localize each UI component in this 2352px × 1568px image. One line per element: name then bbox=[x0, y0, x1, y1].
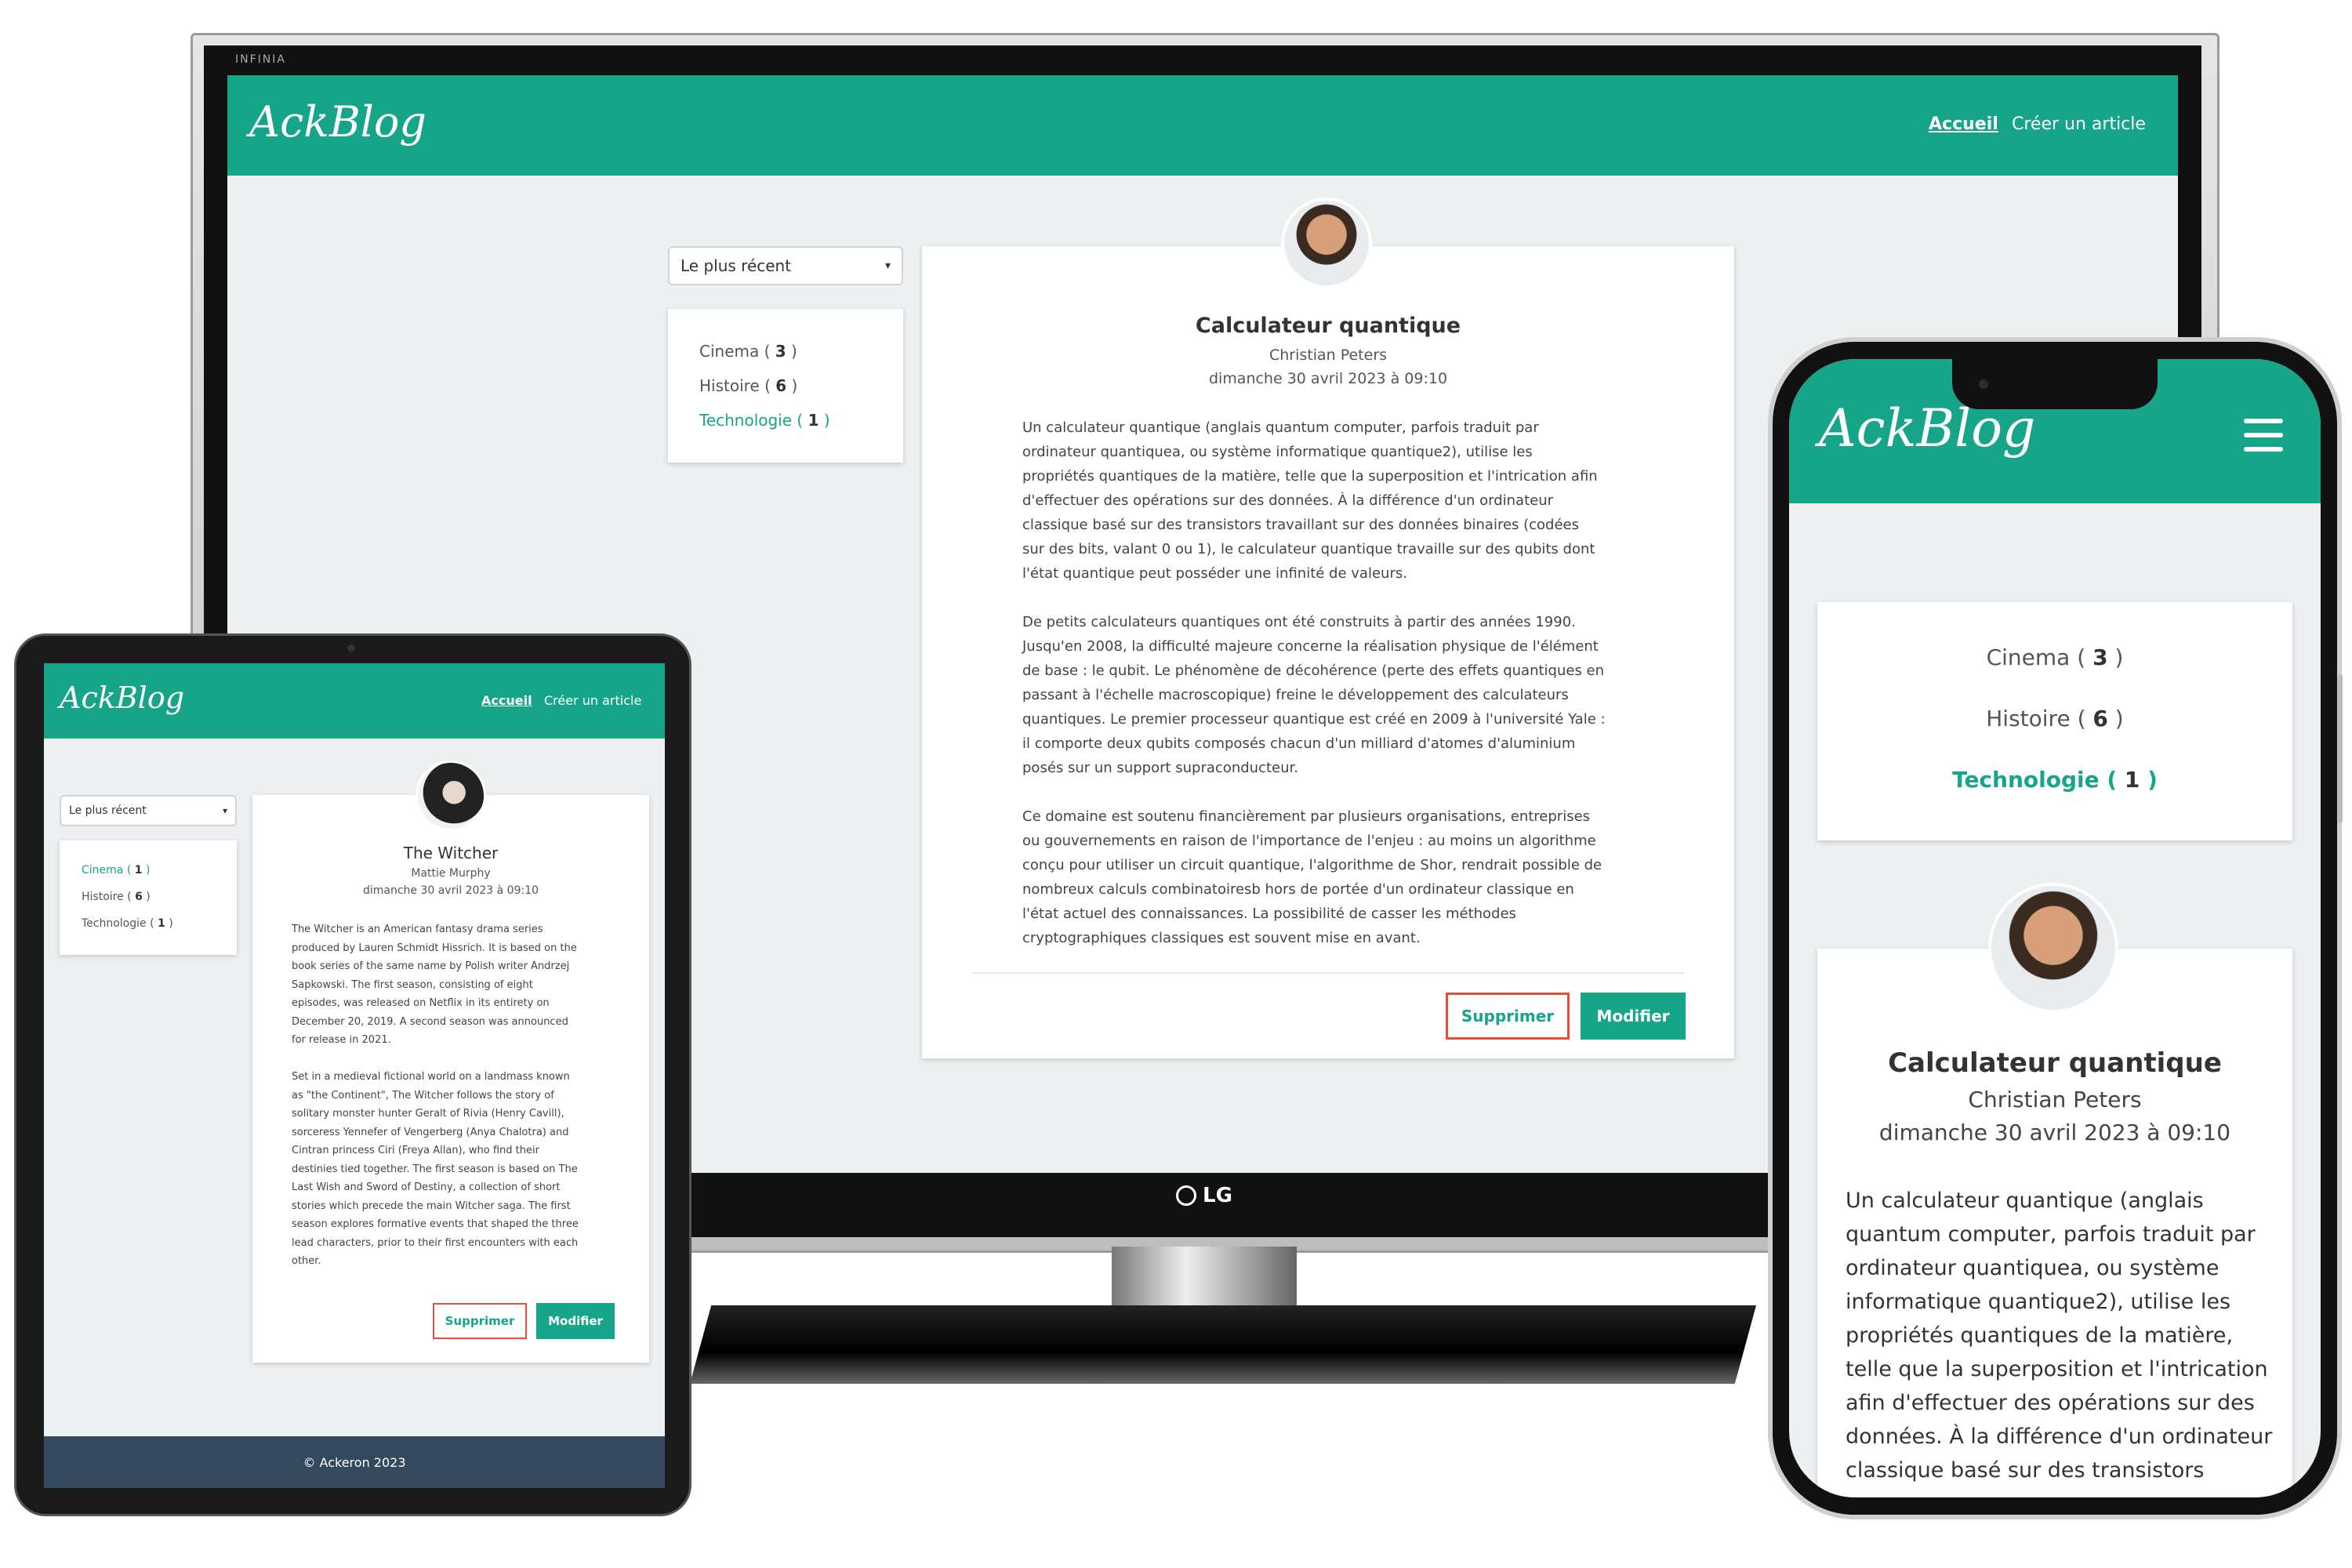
chevron-down-icon: ▾ bbox=[884, 260, 891, 272]
delete-button[interactable]: Supprimer bbox=[433, 1303, 527, 1339]
lg-logo: LG bbox=[1176, 1184, 1232, 1207]
categories-card: Cinema ( 3 ) Histoire ( 6 ) Technologie … bbox=[668, 309, 903, 463]
article-author: Mattie Murphy bbox=[411, 867, 491, 880]
phone-screen: AckBlog Cinema ( 3 ) Histoire ( 6 ) Tech… bbox=[1789, 359, 2321, 1497]
category-item-cinema[interactable]: Cinema ( 3 ) bbox=[699, 342, 797, 361]
nav-link-creer-article[interactable]: Créer un article bbox=[544, 693, 641, 708]
category-item-cinema[interactable]: Cinema ( 3 ) bbox=[1817, 644, 2292, 670]
category-count: 6 bbox=[2092, 706, 2108, 731]
article-divider bbox=[972, 972, 1684, 974]
article-paragraph-1: The Witcher is an American fantasy drama… bbox=[292, 924, 577, 1046]
lg-circle-icon bbox=[1176, 1185, 1196, 1206]
article-title: Calculateur quantique bbox=[1195, 314, 1461, 338]
article-title: The Witcher bbox=[403, 844, 499, 862]
article-date: dimanche 30 avril 2023 à 09:10 bbox=[1878, 1120, 2231, 1145]
category-item-histoire[interactable]: Histoire ( 6 ) bbox=[699, 376, 797, 395]
category-name: Technologie bbox=[82, 917, 147, 930]
front-camera-icon bbox=[1979, 379, 1988, 389]
monitor-stand-base bbox=[690, 1305, 1756, 1384]
category-count: 1 bbox=[134, 864, 143, 877]
avatar-photo-icon bbox=[1281, 198, 1372, 289]
category-item-technologie[interactable]: Technologie ( 1 ) bbox=[1817, 767, 2292, 793]
category-item-technologie[interactable]: Technologie ( 1 ) bbox=[82, 917, 173, 930]
phone-side-button bbox=[2338, 674, 2343, 823]
category-count: 1 bbox=[2124, 767, 2140, 793]
footer-copyright: © Ackeron 2023 bbox=[303, 1454, 406, 1470]
article-paragraph-2: Set in a medieval fictional world on a l… bbox=[292, 1071, 579, 1267]
article-author: Christian Peters bbox=[1968, 1087, 2142, 1112]
category-item-histoire[interactable]: Histoire ( 6 ) bbox=[1817, 706, 2292, 731]
article-paragraph-1: Un calculateur quantique (anglais quantu… bbox=[1022, 419, 1598, 582]
category-name: Histoire bbox=[82, 891, 124, 903]
category-count: 6 bbox=[775, 376, 787, 395]
category-count: 1 bbox=[808, 411, 819, 430]
article-date: dimanche 30 avril 2023 à 09:10 bbox=[1208, 370, 1448, 387]
category-count: 3 bbox=[2092, 644, 2108, 670]
article-paragraph-2: De petits calculateurs quantiques ont ét… bbox=[1022, 614, 1606, 776]
tablet-screen: AckBlog Accueil Créer un article Le plus… bbox=[44, 663, 665, 1488]
category-name: Technologie bbox=[699, 411, 793, 430]
sort-select-value: Le plus récent bbox=[69, 804, 147, 817]
monitor-maker-label: INFINIA bbox=[235, 53, 286, 66]
category-name: Histoire bbox=[699, 376, 760, 395]
category-item-technologie[interactable]: Technologie ( 1 ) bbox=[699, 411, 830, 430]
article-card: Calculateur quantique Christian Peters d… bbox=[922, 198, 1734, 1058]
article-date: dimanche 30 avril 2023 à 09:10 bbox=[362, 884, 539, 897]
category-name: Technologie bbox=[1952, 767, 2100, 793]
category-count: 3 bbox=[775, 342, 786, 361]
footer: © Ackeron 2023 bbox=[44, 1436, 665, 1488]
category-name: Histoire bbox=[1986, 706, 2071, 731]
lg-logo-text: LG bbox=[1203, 1184, 1232, 1207]
edit-button[interactable]: Modifier bbox=[536, 1303, 615, 1339]
chevron-down-icon: ▾ bbox=[222, 805, 227, 816]
category-item-histoire[interactable]: Histoire ( 6 ) bbox=[82, 891, 151, 903]
navbar: AckBlog Accueil Créer un article bbox=[44, 663, 665, 739]
category-count: 1 bbox=[158, 917, 165, 930]
delete-button[interactable]: Supprimer bbox=[1446, 993, 1570, 1040]
categories-card: Cinema ( 1 ) Histoire ( 6 ) Technologie … bbox=[60, 840, 237, 955]
hamburger-menu-icon[interactable] bbox=[2244, 419, 2283, 452]
category-count: 6 bbox=[135, 891, 143, 903]
nav-link-accueil[interactable]: Accueil bbox=[481, 693, 532, 708]
nav-link-accueil[interactable]: Accueil bbox=[1929, 114, 1998, 134]
article-card: The Witcher Mattie Murphy dimanche 30 av… bbox=[252, 760, 649, 1363]
category-item-cinema[interactable]: Cinema ( 1 ) bbox=[82, 864, 150, 877]
navbar: AckBlog Accueil Créer un article bbox=[227, 75, 2178, 176]
article-title: Calculateur quantique bbox=[1888, 1047, 2222, 1079]
sort-select-value: Le plus récent bbox=[681, 256, 792, 275]
article-paragraph-1: Un calculateur quantique (anglais quantu… bbox=[1846, 1189, 2273, 1483]
category-name: Cinema bbox=[1986, 644, 2071, 670]
nav-link-creer-article[interactable]: Créer un article bbox=[2012, 114, 2146, 134]
avatar-photo-icon bbox=[416, 760, 486, 831]
article-card: Calculateur quantique Christian Peters d… bbox=[1817, 883, 2292, 1497]
brand-logo[interactable]: AckBlog bbox=[60, 681, 184, 715]
article-paragraph-3: Ce domaine est soutenu financièrement pa… bbox=[1022, 808, 1602, 946]
tablet-camera-icon bbox=[347, 644, 355, 652]
category-name: Cinema bbox=[82, 864, 124, 877]
sort-select[interactable]: Le plus récent ▾ bbox=[668, 246, 903, 285]
edit-button[interactable]: Modifier bbox=[1581, 993, 1686, 1040]
categories-card: Cinema ( 3 ) Histoire ( 6 ) Technologie … bbox=[1817, 602, 2292, 840]
sort-select[interactable]: Le plus récent ▾ bbox=[60, 795, 237, 826]
brand-logo[interactable]: AckBlog bbox=[249, 97, 426, 147]
avatar-photo-icon bbox=[1988, 883, 2118, 1013]
article-author: Christian Peters bbox=[1269, 347, 1388, 364]
category-name: Cinema bbox=[699, 342, 760, 361]
